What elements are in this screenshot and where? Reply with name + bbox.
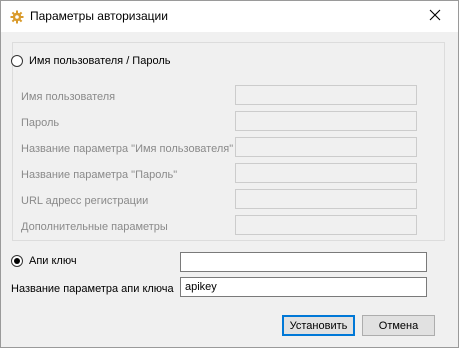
- api-key-param-label: Название параметра апи ключа: [11, 283, 174, 295]
- registration-url-field[interactable]: [235, 189, 417, 209]
- password-field[interactable]: [235, 111, 417, 131]
- radio-api-key[interactable]: [11, 255, 23, 267]
- registration-url-label: URL адресс регистрации: [21, 195, 149, 207]
- password-param-field[interactable]: [235, 163, 417, 183]
- password-param-label: Название параметра "Пароль": [21, 169, 178, 181]
- radio-api-key-label[interactable]: Апи ключ: [29, 255, 77, 267]
- extra-params-label: Дополнительные параметры: [21, 221, 168, 233]
- username-field[interactable]: [235, 85, 417, 105]
- password-label: Пароль: [21, 117, 60, 129]
- extra-params-field[interactable]: [235, 215, 417, 235]
- auth-settings-dialog: Параметры авторизации Имя пользователя /…: [0, 0, 459, 348]
- api-key-field[interactable]: [180, 252, 427, 272]
- api-key-param-field[interactable]: [180, 277, 427, 297]
- radio-username-password-label[interactable]: Имя пользователя / Пароль: [29, 55, 170, 67]
- apply-button[interactable]: Установить: [282, 315, 355, 336]
- close-button[interactable]: [412, 1, 458, 32]
- username-label: Имя пользователя: [21, 91, 116, 103]
- window-title: Параметры авторизации: [30, 9, 168, 23]
- username-param-field[interactable]: [235, 137, 417, 157]
- close-icon: [429, 9, 441, 24]
- username-param-label: Название параметра "Имя пользователя": [21, 143, 234, 155]
- radio-username-password[interactable]: [11, 55, 23, 67]
- gear-icon: [10, 10, 24, 24]
- cancel-button[interactable]: Отмена: [362, 315, 435, 336]
- title-bar: Параметры авторизации: [1, 1, 458, 32]
